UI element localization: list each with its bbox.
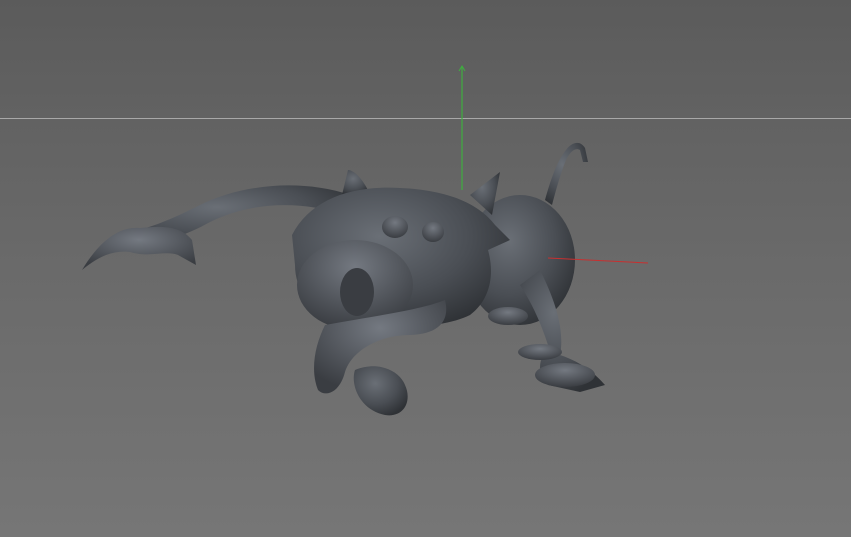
left-claw [82,226,196,270]
left-eye [382,216,408,238]
3d-viewport[interactable] [0,0,851,537]
front-fingers [518,344,562,360]
lower-jaw [353,366,408,416]
back-foot [488,307,528,325]
nostril [340,268,374,316]
right-eye [422,222,444,242]
creature-model[interactable] [82,142,605,416]
scene [82,65,649,416]
right-hand [535,363,595,387]
tail [545,142,588,205]
